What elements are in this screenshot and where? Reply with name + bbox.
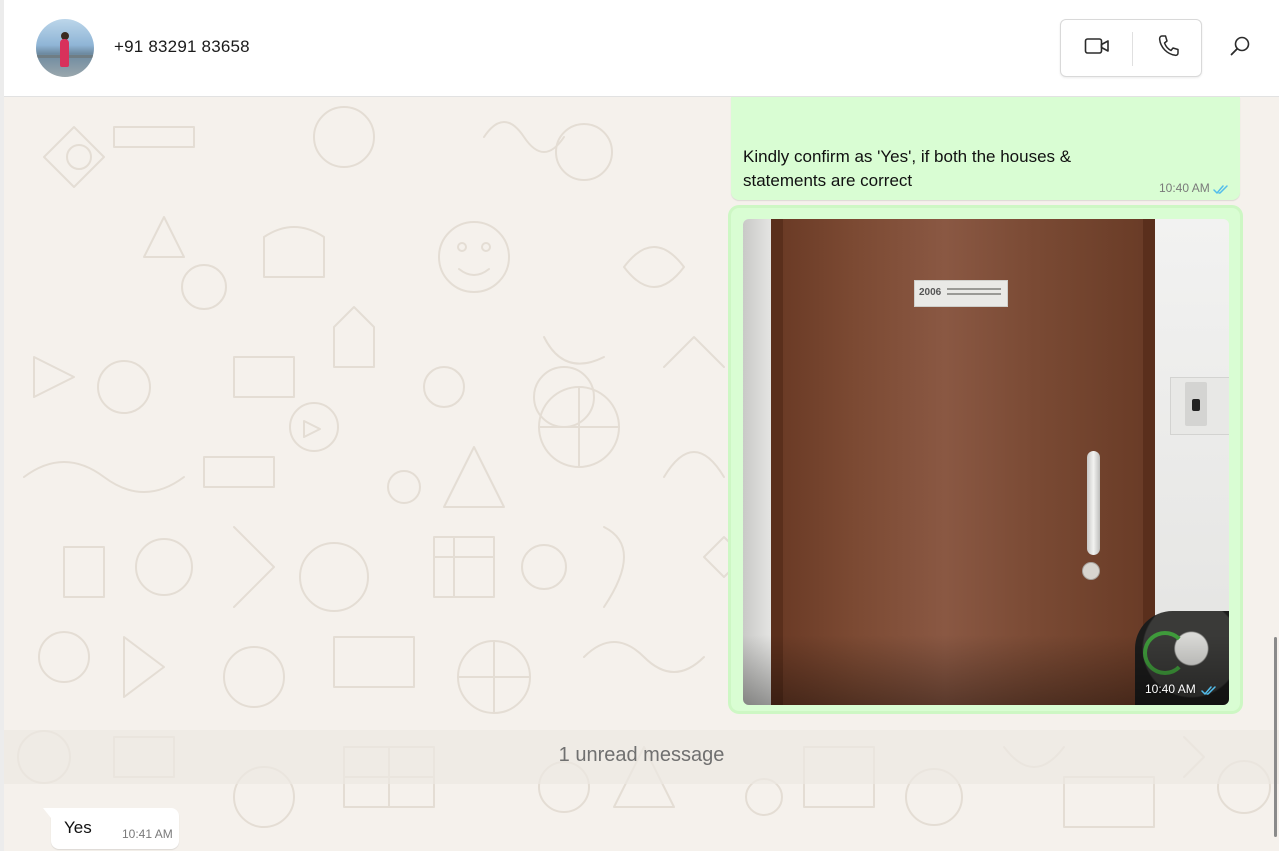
call-group-divider — [1132, 32, 1133, 66]
chat-header: +91 83291 83658 — [4, 0, 1279, 97]
phone-icon — [1157, 34, 1179, 63]
video-camera-icon — [1084, 36, 1110, 61]
unread-messages-banner: 1 unread message — [4, 730, 1279, 784]
incoming-message-bubble[interactable]: Yes 10:41 AM — [43, 808, 179, 849]
message-time: 10:40 AM — [1159, 181, 1210, 195]
outgoing-message-bubble[interactable]: Kindly confirm as 'Yes', if both the hou… — [731, 97, 1240, 200]
voice-call-button[interactable] — [1140, 28, 1196, 68]
door-nameplate: 2006 — [914, 280, 1008, 307]
outgoing-image-bubble[interactable]: 2006 10:40 AM — [731, 208, 1240, 711]
search-button[interactable] — [1220, 28, 1260, 68]
read-receipt-icon — [1213, 182, 1229, 200]
call-button-group — [1060, 19, 1202, 77]
photo-wall-left — [743, 219, 773, 705]
nameplate-number: 2006 — [919, 287, 942, 298]
door-handle — [1087, 451, 1100, 555]
chat-scrollbar[interactable] — [1274, 637, 1277, 837]
image-message-time: 10:40 AM — [1145, 682, 1196, 696]
door-photo[interactable]: 2006 — [743, 219, 1229, 705]
intercom-camera — [1192, 399, 1200, 411]
incoming-message-text: Yes — [64, 818, 92, 837]
contact-name[interactable]: +91 83291 83658 — [114, 37, 250, 57]
unread-banner-text: 1 unread message — [558, 744, 725, 766]
nameplate-text-lines — [947, 288, 1001, 290]
chat-area[interactable]: Kindly confirm as 'Yes', if both the hou… — [4, 97, 1279, 851]
read-receipt-icon — [1201, 683, 1217, 701]
search-icon — [1229, 35, 1251, 62]
avatar-figure — [60, 39, 69, 67]
contact-avatar[interactable] — [36, 19, 94, 77]
whatsapp-chat-window: +91 83291 83658 Kindly confirm as 'Yes',… — [0, 0, 1279, 851]
door-lock — [1082, 562, 1100, 580]
incoming-message-time: 10:41 AM — [122, 827, 173, 841]
bubble-tail — [43, 808, 51, 818]
message-text: Kindly confirm as 'Yes', if both the hou… — [743, 147, 1072, 190]
video-call-button[interactable] — [1069, 28, 1125, 68]
